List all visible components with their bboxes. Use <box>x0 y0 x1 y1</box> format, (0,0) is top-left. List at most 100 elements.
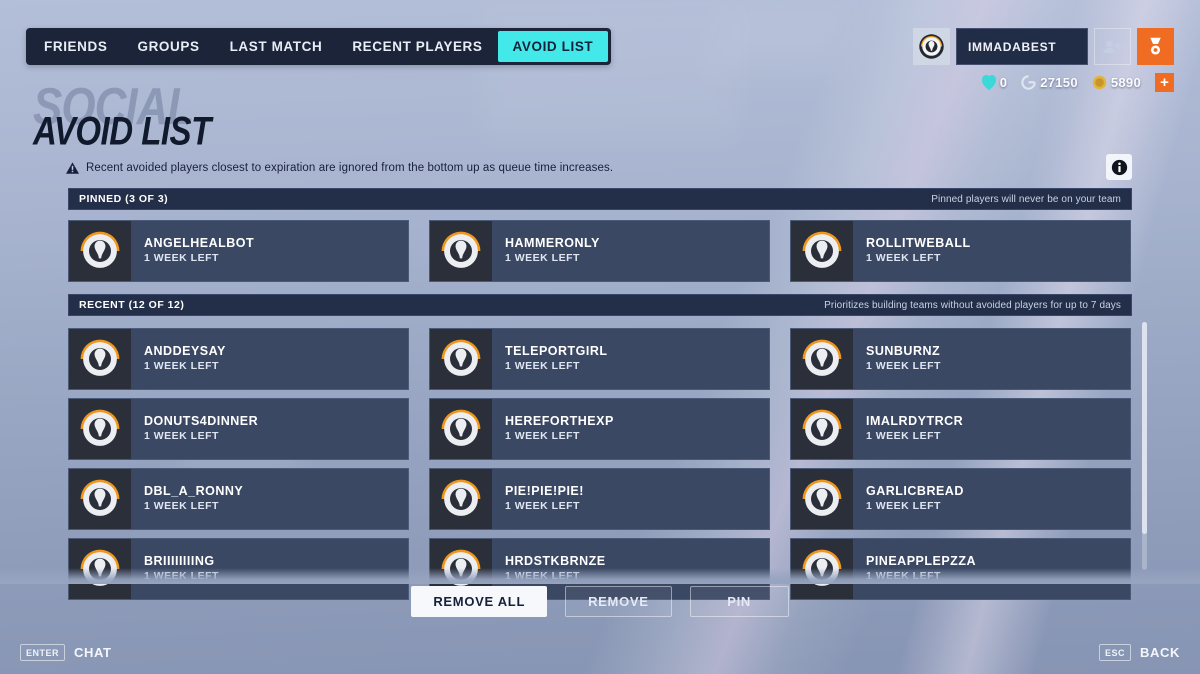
player-expiry: 1 WEEK LEFT <box>144 359 219 372</box>
add-friend-button[interactable] <box>1094 28 1131 65</box>
player-name: DBL_A_RONNY <box>144 484 244 499</box>
player-meta: PIE!PIE!PIE! 1 WEEK LEFT <box>492 469 584 529</box>
overwatch-logo-icon <box>802 479 842 516</box>
player-card[interactable]: HEREFORTHEXP 1 WEEK LEFT <box>429 398 770 460</box>
remove-button[interactable]: REMOVE <box>565 586 672 617</box>
player-expiry: 1 WEEK LEFT <box>866 499 941 512</box>
legacy-credits-icon <box>1092 75 1107 90</box>
nav-tab-recent-players[interactable]: RECENT PLAYERS <box>337 31 497 62</box>
recent-section-title: RECENT (12 OF 12) <box>79 299 185 311</box>
add-currency-button[interactable]: + <box>1155 72 1174 92</box>
player-meta: DONUTS4DINNER 1 WEEK LEFT <box>131 399 258 459</box>
scrollbar-thumb[interactable] <box>1142 322 1147 534</box>
player-card[interactable]: DONUTS4DINNER 1 WEEK LEFT <box>68 398 409 460</box>
overwatch-logo-icon <box>441 479 481 516</box>
player-card[interactable]: TELEPORTGIRL 1 WEEK LEFT <box>429 328 770 390</box>
page-title: AVOID LIST <box>33 108 211 154</box>
player-expiry: 1 WEEK LEFT <box>505 359 580 372</box>
back-hint[interactable]: ESC BACK <box>1099 644 1180 661</box>
player-name: ANGELHEALBOT <box>144 236 255 251</box>
player-expiry: 1 WEEK LEFT <box>866 251 941 264</box>
currency-value: 0 <box>999 74 1008 90</box>
player-card[interactable]: SUNBURNZ 1 WEEK LEFT <box>790 328 1131 390</box>
player-expiry: 1 WEEK LEFT <box>144 569 219 582</box>
player-name: PINEAPPLEPZZA <box>866 554 976 569</box>
currency-value: 5890 <box>1110 74 1141 90</box>
player-card[interactable]: DBL_A_RONNY 1 WEEK LEFT <box>68 468 409 530</box>
player-name: GARLICBREAD <box>866 484 964 499</box>
player-avatar <box>69 221 131 281</box>
pinned-section-header: PINNED (3 OF 3) Pinned players will neve… <box>68 188 1132 210</box>
overwatch-coin-icon <box>981 74 996 90</box>
overwatch-logo-icon <box>441 409 481 446</box>
overwatch-logo-icon <box>80 409 120 446</box>
overwatch-logo-icon <box>80 231 120 268</box>
nav-tab-last-match[interactable]: LAST MATCH <box>215 31 338 62</box>
info-icon <box>1111 159 1127 175</box>
player-card[interactable]: GARLICBREAD 1 WEEK LEFT <box>790 468 1131 530</box>
player-row: DBL_A_RONNY 1 WEEK LEFT PIE!PIE!PIE! 1 WEEK… <box>68 468 1132 530</box>
player-avatar <box>791 469 853 529</box>
player-meta: GARLICBREAD 1 WEEK LEFT <box>853 469 964 529</box>
player-card[interactable]: ANDDEYSAY 1 WEEK LEFT <box>68 328 409 390</box>
player-avatar <box>430 399 492 459</box>
overwatch-logo-icon <box>802 339 842 376</box>
overwatch-logo-icon <box>80 479 120 516</box>
player-card[interactable]: ANGELHEALBOT 1 WEEK LEFT <box>68 220 409 282</box>
player-expiry: 1 WEEK LEFT <box>505 429 580 442</box>
player-meta: ANDDEYSAY 1 WEEK LEFT <box>131 329 226 389</box>
remove-all-button[interactable]: REMOVE ALL <box>411 586 548 617</box>
enter-keycap: ENTER <box>20 644 66 661</box>
currency-legacy-credits: 5890 <box>1092 75 1141 90</box>
player-name: ROLLITWEBALL <box>866 236 971 251</box>
player-avatar <box>430 469 492 529</box>
warning-triangle-icon <box>66 162 79 174</box>
player-card[interactable]: ROLLITWEBALL 1 WEEK LEFT <box>790 220 1131 282</box>
overwatch-logo-icon <box>802 231 842 268</box>
player-meta: HAMMERONLY 1 WEEK LEFT <box>492 221 600 281</box>
action-button-row: REMOVE ALL REMOVE PIN <box>0 586 1200 617</box>
chat-hint[interactable]: ENTER CHAT <box>20 644 112 661</box>
player-name: TELEPORTGIRL <box>505 344 608 359</box>
player-row: ANGELHEALBOT 1 WEEK LEFT HAMMERONLY 1 WEEK … <box>68 220 1132 282</box>
player-card[interactable]: PIE!PIE!PIE! 1 WEEK LEFT <box>429 468 770 530</box>
add-friend-icon <box>1103 40 1122 53</box>
player-avatar <box>69 399 131 459</box>
overwatch-logo-icon <box>441 339 481 376</box>
player-avatar <box>69 329 131 389</box>
player-expiry: 1 WEEK LEFT <box>144 251 219 264</box>
overwatch-logo-icon <box>80 339 120 376</box>
player-card[interactable]: HAMMERONLY 1 WEEK LEFT <box>429 220 770 282</box>
player-avatar <box>791 221 853 281</box>
player-meta: ROLLITWEBALL 1 WEEK LEFT <box>853 221 971 281</box>
nav-tab-groups[interactable]: GROUPS <box>122 31 214 62</box>
player-expiry: 1 WEEK LEFT <box>144 429 219 442</box>
endorsement-button[interactable] <box>1137 28 1174 65</box>
overwatch-logo-icon <box>919 34 944 59</box>
pinned-player-grid: ANGELHEALBOT 1 WEEK LEFT HAMMERONLY 1 WEEK … <box>68 220 1132 290</box>
player-name: ANDDEYSAY <box>144 344 226 359</box>
player-card[interactable]: IMALRDYTRCR 1 WEEK LEFT <box>790 398 1131 460</box>
player-avatar <box>791 399 853 459</box>
social-screen: FRIENDS GROUPS LAST MATCH RECENT PLAYERS AVO… <box>0 0 1200 674</box>
player-name: HAMMERONLY <box>505 236 600 251</box>
player-row: ANDDEYSAY 1 WEEK LEFT TELEPORTGIRL 1 WEEK L… <box>68 328 1132 390</box>
player-name: IMALRDYTRCR <box>866 414 964 429</box>
player-meta: ANGELHEALBOT 1 WEEK LEFT <box>131 221 254 281</box>
social-nav-tabs: FRIENDS GROUPS LAST MATCH RECENT PLAYERS AVO… <box>26 28 612 65</box>
player-meta: TELEPORTGIRL 1 WEEK LEFT <box>492 329 608 389</box>
player-name: DONUTS4DINNER <box>144 414 259 429</box>
pinned-section-title: PINNED (3 OF 3) <box>79 193 169 205</box>
currency-overwatch-coin: 0 <box>981 74 1008 90</box>
list-scrollbar[interactable] <box>1142 322 1147 570</box>
account-chip: IMMADABEST <box>913 28 1174 65</box>
player-meta: DBL_A_RONNY 1 WEEK LEFT <box>131 469 243 529</box>
player-expiry: 1 WEEK LEFT <box>505 569 580 582</box>
recent-section-note: Prioritizes building teams without avoid… <box>824 299 1121 311</box>
account-avatar[interactable] <box>913 28 950 65</box>
pin-button[interactable]: PIN <box>689 586 789 617</box>
nav-tab-avoid-list[interactable]: AVOID LIST <box>497 31 609 62</box>
account-username[interactable]: IMMADABEST <box>956 28 1088 65</box>
info-button[interactable] <box>1106 154 1132 180</box>
nav-tab-friends[interactable]: FRIENDS <box>29 31 122 62</box>
